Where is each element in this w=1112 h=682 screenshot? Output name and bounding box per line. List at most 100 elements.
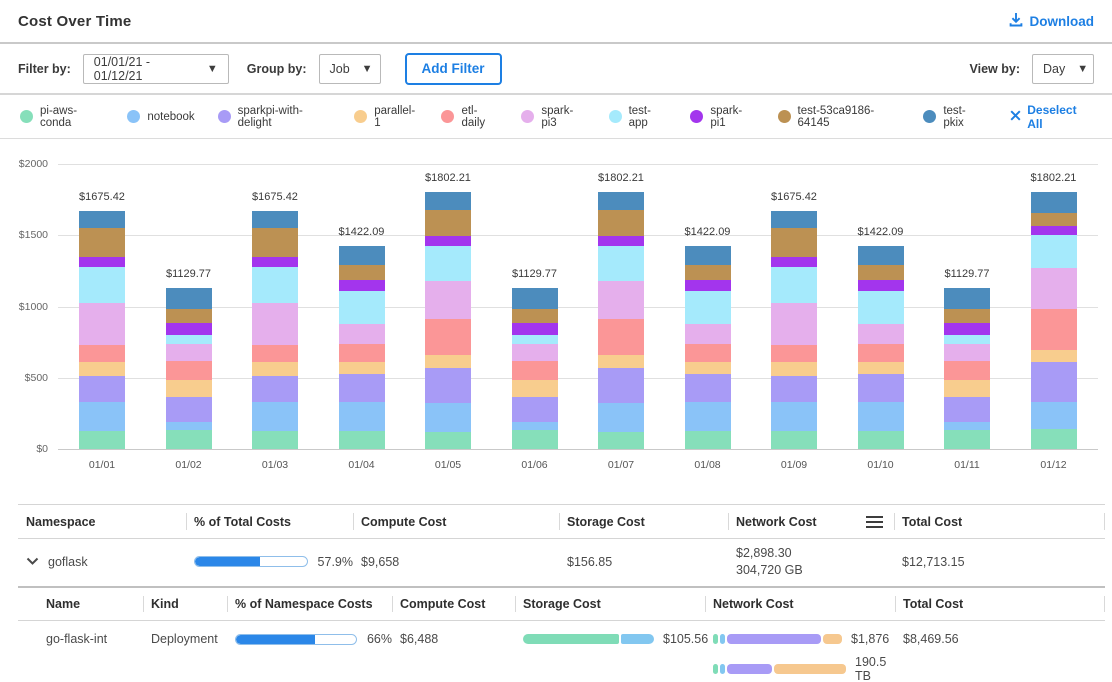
cost-table: Namespace % of Total Costs Compute Cost … <box>18 504 1105 680</box>
topbar: Cost Over Time Download <box>0 0 1112 44</box>
namespace-name: goflask <box>48 555 88 569</box>
bar-segment-notebook <box>252 402 298 431</box>
bar-segment-test-53ca9186-64145 <box>252 228 298 257</box>
stacked-bar-01/04[interactable] <box>339 246 385 449</box>
bar-segment-etl-daily <box>771 345 817 362</box>
bar-segment-spark-pi1 <box>771 257 817 267</box>
stacked-bar-01/11[interactable] <box>944 288 990 449</box>
bar-segment-sparkpi-with-delight <box>79 376 125 402</box>
bar-segment-spark-pi1 <box>944 323 990 335</box>
bar-segment-notebook <box>79 402 125 431</box>
col-storage-cost[interactable]: Storage Cost <box>559 505 728 538</box>
namespace-percent-cell: 57.9% <box>186 555 353 569</box>
workload-row-go-flask-int[interactable]: go-flask-int Deployment 66% $6,488 $105.… <box>18 621 1105 680</box>
view-by-select[interactable]: Day ▼ <box>1032 54 1094 84</box>
date-range-select[interactable]: 01/01/21 - 01/12/21 ▼ <box>83 54 229 84</box>
page-title: Cost Over Time <box>18 13 131 30</box>
chevron-down-icon: ▼ <box>362 63 373 75</box>
legend-item-etl-daily[interactable]: etl-daily <box>441 105 498 129</box>
legend-item-notebook[interactable]: notebook <box>127 110 194 123</box>
stacked-bar-01/10[interactable] <box>858 246 904 449</box>
bar-segment-test-app <box>252 267 298 303</box>
stacked-bar-01/12[interactable] <box>1031 192 1077 449</box>
bar-segment-sparkpi-with-delight <box>339 374 385 402</box>
view-by-label: View by: <box>970 62 1020 76</box>
bar-segment-spark-pi3 <box>252 303 298 345</box>
bar-segment-spark-pi3 <box>858 324 904 345</box>
stacked-bar-01/01[interactable] <box>79 211 125 449</box>
bar-segment-sparkpi-with-delight <box>944 397 990 422</box>
legend-item-test-pkix[interactable]: test-pkix <box>923 105 983 129</box>
network-breakdown-row: 190.5 TB <box>713 655 895 682</box>
bar-segment-etl-daily <box>252 345 298 362</box>
col-namespace-pct[interactable]: % of Namespace Costs <box>227 588 392 620</box>
stacked-bar-01/03[interactable] <box>252 211 298 449</box>
legend-item-pi-aws-conda[interactable]: pi-aws-conda <box>20 105 104 129</box>
bar-segment-notebook <box>1031 402 1077 429</box>
download-button[interactable]: Download <box>1009 12 1095 30</box>
bar-segment-notebook <box>339 402 385 431</box>
col-network-cost[interactable]: Network Cost <box>705 588 895 620</box>
col-name[interactable]: Name <box>18 588 143 620</box>
workload-percent-label: 66% <box>367 632 392 646</box>
legend-swatch <box>923 110 936 123</box>
stacked-bar-01/08[interactable] <box>685 246 731 449</box>
legend-label: spark-pi3 <box>541 105 585 129</box>
chevron-down-icon: ▼ <box>1077 63 1088 75</box>
legend-item-test-app[interactable]: test-app <box>609 105 668 129</box>
bar-segment-spark-pi1 <box>425 236 471 246</box>
x-axis-tick: 01/12 <box>1024 459 1084 471</box>
legend-item-parallel-1[interactable]: parallel-1 <box>354 105 418 129</box>
network-bar-segment <box>727 664 772 674</box>
stacked-bar-01/05[interactable] <box>425 192 471 449</box>
namespace-expand-toggle[interactable]: goflask <box>18 555 186 569</box>
legend-item-test-53ca9186-64145[interactable]: test-53ca9186-64145 <box>778 105 901 129</box>
col-total-cost[interactable]: Total Cost <box>895 588 1105 620</box>
bar-segment-test-pkix <box>79 211 125 229</box>
namespace-compute-cost: $9,658 <box>353 555 559 569</box>
legend-item-spark-pi1[interactable]: spark-pi1 <box>690 105 754 129</box>
bar-segment-etl-daily <box>166 361 212 381</box>
bar-segment-test-app <box>425 246 471 281</box>
deselect-all-button[interactable]: Deselect All <box>1010 103 1092 131</box>
add-filter-button[interactable]: Add Filter <box>405 53 502 85</box>
bar-segment-test-app <box>858 291 904 324</box>
stacked-bar-01/02[interactable] <box>166 288 212 449</box>
stacked-bar-01/07[interactable] <box>598 192 644 449</box>
column-menu-icon[interactable] <box>865 514 884 533</box>
bar-segment-spark-pi3 <box>598 281 644 319</box>
legend-item-spark-pi3[interactable]: spark-pi3 <box>521 105 585 129</box>
legend-item-sparkpi-with-delight[interactable]: sparkpi-with-delight <box>218 105 332 129</box>
bar-segment-sparkpi-with-delight <box>771 376 817 402</box>
col-total-pct[interactable]: % of Total Costs <box>186 505 353 538</box>
namespace-row-goflask[interactable]: goflask 57.9% $9,658 $156.85 $2,898.30 3… <box>18 539 1105 584</box>
workload-progress-fill <box>236 635 315 644</box>
col-compute-cost[interactable]: Compute Cost <box>353 505 559 538</box>
col-compute-cost[interactable]: Compute Cost <box>392 588 515 620</box>
bar-segment-pi-aws-conda <box>598 432 644 449</box>
col-storage-cost[interactable]: Storage Cost <box>515 588 705 620</box>
bar-segment-test-app <box>79 267 125 303</box>
bar-segment-spark-pi1 <box>512 323 558 335</box>
bar-segment-test-53ca9186-64145 <box>858 265 904 280</box>
network-bar-segment <box>823 634 842 644</box>
bar-total-label: $1129.77 <box>143 268 235 280</box>
view-by-value: Day <box>1043 62 1065 76</box>
col-network-cost[interactable]: Network Cost <box>728 505 894 538</box>
bar-segment-test-pkix <box>944 288 990 309</box>
col-namespace[interactable]: Namespace <box>18 505 186 538</box>
chevron-down-icon[interactable] <box>26 555 39 569</box>
bar-total-label: $1675.42 <box>56 191 148 203</box>
stacked-bar-01/06[interactable] <box>512 288 558 449</box>
bar-segment-test-pkix <box>252 211 298 229</box>
group-by-select[interactable]: Job ▼ <box>319 54 381 84</box>
chevron-down-icon: ▼ <box>207 63 218 75</box>
stacked-bar-01/09[interactable] <box>771 211 817 449</box>
bar-segment-test-53ca9186-64145 <box>771 228 817 257</box>
namespace-progress-fill <box>195 557 260 566</box>
bar-segment-spark-pi1 <box>858 280 904 290</box>
bar-segment-spark-pi1 <box>79 257 125 267</box>
col-total-cost[interactable]: Total Cost <box>894 505 1105 538</box>
col-kind[interactable]: Kind <box>143 588 227 620</box>
bar-segment-sparkpi-with-delight <box>252 376 298 402</box>
